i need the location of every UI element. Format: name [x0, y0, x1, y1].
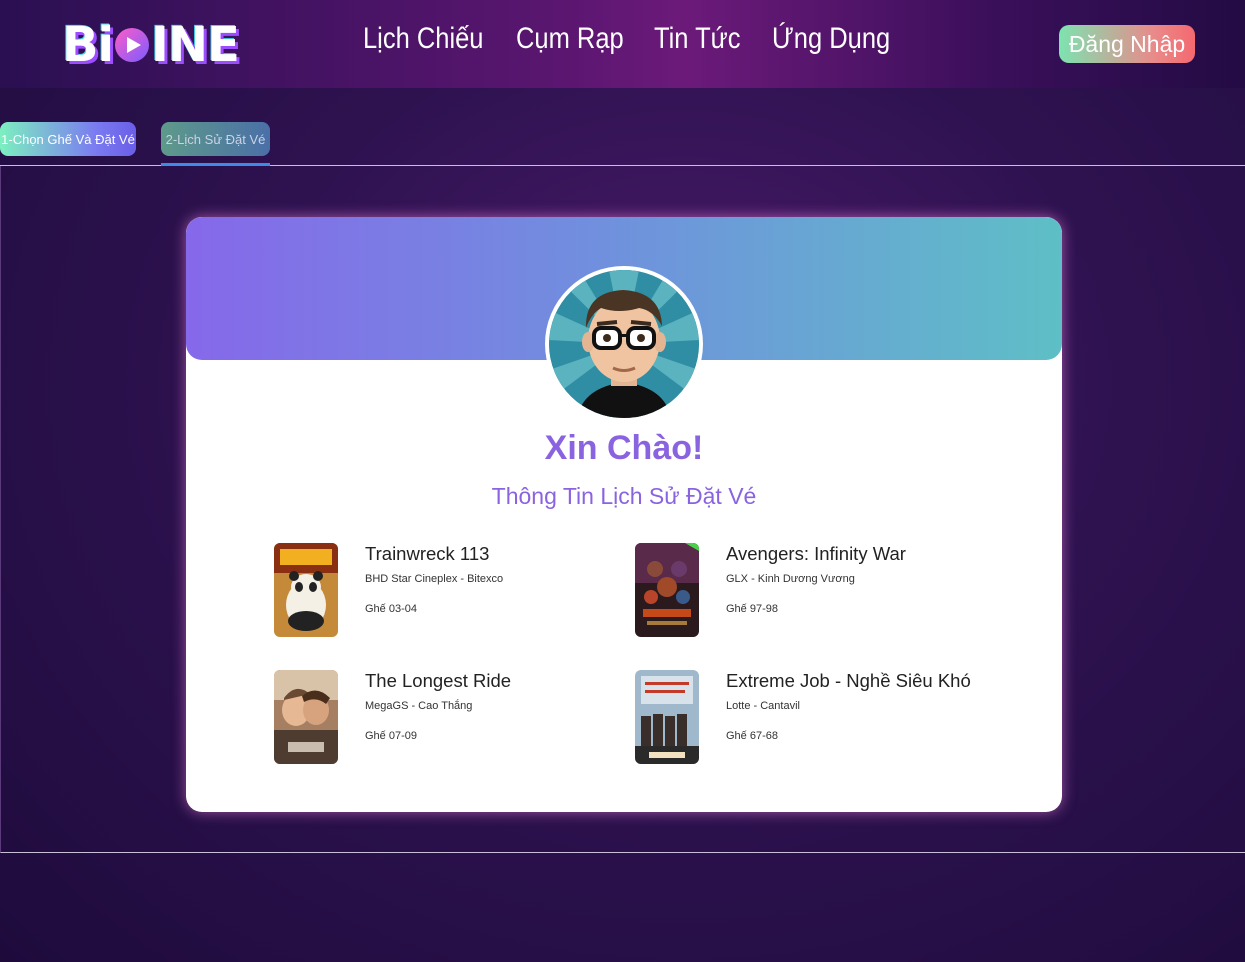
avatar-illustration	[549, 270, 699, 418]
logo[interactable]: Bi INE	[62, 17, 240, 73]
nav-item-showtimes[interactable]: Lịch Chiếu	[363, 22, 484, 56]
ticket-seats: Ghế 67-68	[726, 730, 778, 742]
booking-tabs: 1-Chọn Ghế Và Đặt Vé 2-Lịch Sử Đặt Vé	[0, 88, 1245, 166]
login-button[interactable]: Đăng Nhập	[1059, 25, 1195, 63]
nav-item-apps[interactable]: Ứng Dụng	[772, 22, 890, 56]
ticket-seats: Ghế 03-04	[365, 603, 417, 615]
ticket-title: Trainwreck 113	[365, 543, 490, 564]
logo-text-suffix: INE	[151, 17, 240, 73]
ticket-cinema: BHD Star Cineplex - Bitexco	[365, 573, 504, 585]
ticket-seats: Ghế 97-98	[726, 603, 778, 615]
profile-card: Xin Chào! Thông Tin Lịch Sử Đặt Vé Train…	[186, 217, 1062, 812]
ticket-seats: Ghế 07-09	[365, 730, 417, 742]
ticket-item[interactable]: The Longest Ride MegaGS - Cao Thắng Ghế …	[274, 670, 614, 766]
ticket-item[interactable]: Trainwreck 113 BHD Star Cineplex - Bitex…	[274, 543, 614, 639]
history-subtitle: Thông Tin Lịch Sử Đặt Vé	[491, 483, 757, 509]
greeting-title: Xin Chào!	[544, 429, 704, 467]
main-nav: Lịch Chiếu Cụm Rạp Tin Tức Ứng Dụng	[363, 22, 911, 56]
ticket-title: Extreme Job - Nghề Siêu Khó	[726, 670, 971, 691]
ticket-cinema: MegaGS - Cao Thắng	[365, 700, 473, 712]
tab-booking-history[interactable]: 2-Lịch Sử Đặt Vé	[161, 122, 270, 156]
nav-item-cinemas[interactable]: Cụm Rạp	[516, 22, 624, 56]
ticket-cinema: GLX - Kinh Dương Vương	[726, 573, 855, 585]
avengers-poster	[635, 543, 699, 637]
ticket-cinema: Lotte - Cantavil	[726, 700, 800, 712]
ticket-item[interactable]: Extreme Job - Nghề Siêu Khó Lotte - Cant…	[635, 670, 975, 766]
ticket-title: The Longest Ride	[365, 670, 512, 691]
extreme-job-poster	[635, 670, 699, 764]
play-icon	[115, 28, 150, 62]
avatar	[545, 266, 703, 422]
nav-item-news[interactable]: Tin Tức	[654, 22, 741, 56]
logo-text-prefix: Bi	[62, 17, 114, 73]
site-header: Bi INE Lịch Chiếu Cụm Rạp Tin Tức Ứng Dụ…	[0, 0, 1245, 88]
tab-choose-seats[interactable]: 1-Chọn Ghế Và Đặt Vé	[0, 122, 136, 156]
kung-fu-panda-poster	[274, 543, 338, 637]
longest-ride-poster	[274, 670, 338, 764]
ticket-item[interactable]: Avengers: Infinity War GLX - Kinh Dương …	[635, 543, 975, 639]
ticket-title: Avengers: Infinity War	[726, 543, 906, 564]
